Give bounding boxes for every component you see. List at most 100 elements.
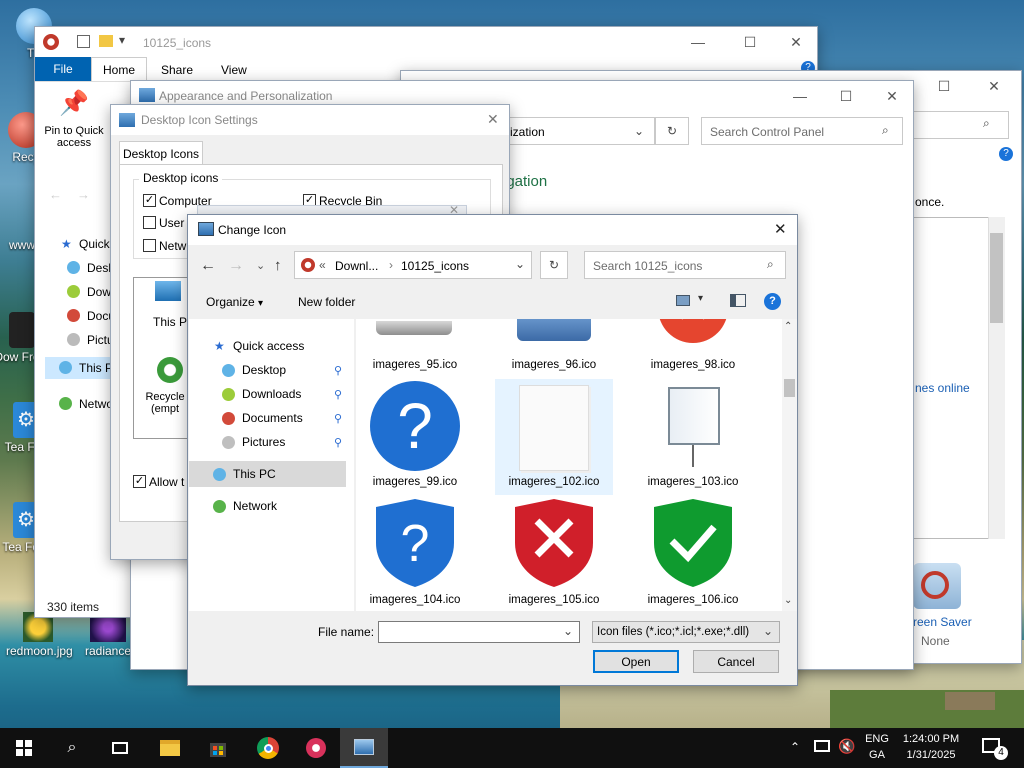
file-tile[interactable]: ? imageres_104.ico bbox=[356, 497, 474, 611]
checkbox-allow-themes[interactable]: ✓ bbox=[133, 475, 146, 488]
address-bar[interactable]: ization ⌄ bbox=[501, 117, 655, 145]
start-button[interactable] bbox=[0, 728, 48, 768]
back-arrow-icon[interactable]: ← bbox=[49, 187, 62, 202]
file-type-select[interactable]: Icon files (*.ico;*.icl;*.exe;*.dll) ⌄ bbox=[592, 621, 780, 643]
chevron-down-icon[interactable]: ⌄ bbox=[515, 257, 525, 271]
properties-icon[interactable] bbox=[77, 35, 90, 48]
tab-file[interactable]: File bbox=[35, 57, 91, 81]
scroll-down-icon[interactable]: ⌄ bbox=[784, 595, 792, 606]
chevron-down-icon[interactable]: ⌄ bbox=[563, 624, 573, 638]
scrollbar-thumb[interactable] bbox=[784, 379, 795, 397]
file-tile[interactable]: imageres_103.ico bbox=[634, 379, 752, 495]
language-en[interactable]: ENG bbox=[864, 733, 890, 745]
minimize-icon[interactable]: — bbox=[675, 27, 721, 57]
file-tile-hovered[interactable]: imageres_102.ico bbox=[495, 379, 613, 495]
search-input[interactable] bbox=[909, 111, 1009, 139]
forward-arrow-icon[interactable]: → bbox=[228, 257, 244, 275]
address-bar[interactable]: « Downl... › 10125_icons ⌄ bbox=[294, 251, 532, 279]
chevron-down-icon[interactable]: ▾ bbox=[698, 293, 703, 304]
control-panel-taskbar-button[interactable] bbox=[340, 728, 388, 768]
scrollbar[interactable] bbox=[782, 319, 797, 611]
clock-time[interactable]: 1:24:00 PM bbox=[896, 733, 966, 745]
checkbox-user[interactable] bbox=[143, 216, 156, 229]
nav-pictures[interactable]: Pictures bbox=[242, 435, 285, 449]
link-online[interactable]: nes online bbox=[915, 381, 970, 395]
up-arrow-icon[interactable]: ↑ bbox=[274, 257, 282, 274]
file-type-value: Icon files (*.ico;*.icl;*.exe;*.dll) bbox=[597, 626, 750, 638]
preview-pane-icon[interactable] bbox=[730, 294, 746, 307]
close-icon[interactable]: ✕ bbox=[971, 71, 1017, 101]
file-tile[interactable]: imageres_106.ico bbox=[634, 497, 752, 611]
chevron-down-icon[interactable]: ⌄ bbox=[256, 259, 265, 272]
chevron-up-icon[interactable]: ⌃ bbox=[790, 740, 800, 754]
file-tile[interactable]: imageres_105.ico bbox=[495, 497, 613, 611]
pin-to-quick-access-button[interactable]: Pin to Quick access bbox=[39, 125, 109, 149]
desktop-icon-redmoon[interactable]: redmoon.jpg bbox=[6, 612, 73, 658]
tab-view[interactable]: View bbox=[221, 63, 247, 77]
close-icon[interactable]: ✕ bbox=[773, 27, 819, 57]
new-folder-button[interactable]: New folder bbox=[298, 295, 355, 309]
scrollbar-thumb[interactable] bbox=[990, 233, 1003, 323]
file-tile[interactable]: ? imageres_99.ico bbox=[356, 379, 474, 495]
checkbox-network[interactable] bbox=[143, 239, 156, 252]
breadcrumb-folder[interactable]: 10125_icons bbox=[401, 259, 469, 273]
nav-downloads[interactable]: Downloads bbox=[242, 387, 301, 401]
nav-network[interactable]: Network bbox=[233, 499, 277, 513]
tab-share[interactable]: Share bbox=[161, 63, 193, 77]
nav-quick-access[interactable]: Quick bbox=[79, 237, 110, 251]
cancel-button[interactable]: Cancel bbox=[693, 650, 779, 673]
checkbox-computer[interactable]: ✓ bbox=[143, 194, 156, 207]
back-arrow-icon[interactable]: ← bbox=[200, 257, 216, 275]
chevron-down-icon[interactable]: ⌄ bbox=[634, 124, 644, 138]
task-view-button[interactable] bbox=[96, 728, 144, 768]
settings-icon bbox=[119, 113, 135, 127]
help-icon[interactable]: ? bbox=[764, 293, 781, 310]
file-name-input[interactable]: ⌄ bbox=[378, 621, 580, 643]
help-icon[interactable]: ? bbox=[999, 147, 1013, 161]
nav-desktop[interactable]: Desktop bbox=[242, 363, 286, 377]
maximize-icon[interactable]: ☐ bbox=[921, 71, 967, 101]
folder-icon[interactable] bbox=[99, 35, 113, 47]
app-taskbar-button[interactable] bbox=[292, 728, 340, 768]
scroll-up-icon[interactable]: ⌃ bbox=[784, 321, 792, 332]
control-panel-icon bbox=[354, 739, 374, 755]
organize-button[interactable]: Organize ▾ bbox=[206, 295, 263, 309]
nav-quick-access[interactable]: Quick access bbox=[233, 339, 304, 353]
nav-network[interactable]: Netwo bbox=[79, 397, 113, 411]
chevron-down-icon[interactable]: ▾ bbox=[119, 33, 125, 47]
close-icon[interactable]: ✕ bbox=[869, 81, 915, 111]
maximize-icon[interactable]: ☐ bbox=[823, 81, 869, 111]
clock-date[interactable]: 1/31/2025 bbox=[896, 749, 966, 761]
close-icon[interactable]: ✕ bbox=[774, 220, 787, 238]
change-icon-dialog: Change Icon ✕ ← → ⌄ ↑ « Downl... › 10125… bbox=[187, 214, 798, 686]
refresh-icon[interactable]: ↻ bbox=[540, 251, 568, 279]
preview-recycle[interactable]: Recycle (empt bbox=[141, 391, 189, 415]
nav-this-pc[interactable]: This PC bbox=[233, 467, 276, 481]
search-icon[interactable]: ⌕ bbox=[48, 728, 96, 768]
search-input[interactable]: Search Control Panel ⌕ bbox=[701, 117, 903, 145]
file-explorer-taskbar-button[interactable] bbox=[146, 728, 194, 768]
forward-arrow-icon[interactable]: → bbox=[77, 187, 90, 202]
volume-muted-icon[interactable]: 🔇 bbox=[838, 738, 855, 755]
language-region[interactable]: GA bbox=[864, 749, 890, 761]
screen-saver-label[interactable]: reen Saver bbox=[913, 615, 972, 629]
search-icon[interactable]: ⌕ bbox=[983, 116, 990, 131]
maximize-icon[interactable]: ☐ bbox=[727, 27, 773, 57]
store-taskbar-button[interactable] bbox=[194, 728, 242, 768]
preview-this-pc[interactable]: This P bbox=[153, 315, 187, 329]
close-icon[interactable]: ✕ bbox=[487, 111, 499, 128]
tab-desktop-icons[interactable]: Desktop Icons bbox=[119, 141, 203, 165]
search-input[interactable]: Search 10125_icons ⌕ bbox=[584, 251, 786, 279]
nav-downloads[interactable]: Dow bbox=[87, 285, 111, 299]
minimize-icon[interactable]: — bbox=[777, 81, 823, 111]
open-button[interactable]: Open bbox=[593, 650, 679, 673]
chevron-down-icon: ▾ bbox=[258, 298, 264, 309]
network-tray-icon[interactable] bbox=[814, 740, 830, 752]
refresh-icon[interactable]: ↻ bbox=[655, 117, 689, 145]
breadcrumb-downloads[interactable]: Downl... bbox=[335, 259, 378, 273]
chrome-taskbar-button[interactable] bbox=[244, 728, 292, 768]
overflow-chevrons-icon[interactable]: « bbox=[319, 258, 326, 272]
nav-documents[interactable]: Documents bbox=[242, 411, 303, 425]
view-options-icon[interactable] bbox=[676, 295, 690, 306]
tab-home[interactable]: Home bbox=[91, 57, 147, 81]
